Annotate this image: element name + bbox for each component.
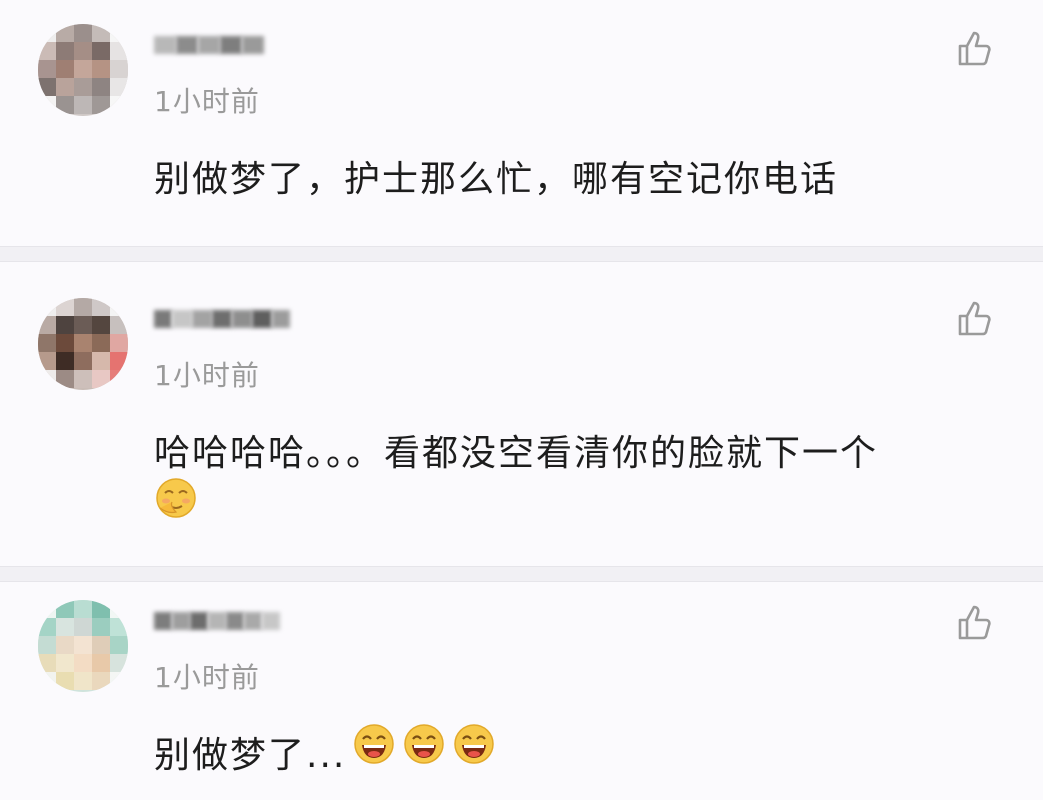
comment-divider	[0, 566, 1043, 582]
shy-face-emoji	[156, 478, 196, 518]
laughing-face-emoji	[404, 724, 444, 764]
username-blurred[interactable]	[154, 606, 280, 636]
username-blurred[interactable]	[154, 304, 290, 334]
comment-item: 1小时前 别做梦了...	[0, 582, 1043, 800]
avatar[interactable]	[38, 24, 128, 116]
laughing-face-emoji	[454, 724, 494, 764]
comment-item: 1小时前 哈哈哈哈。。。看都没空看清你的脸就下一个	[0, 262, 1043, 566]
username-blurred[interactable]	[154, 30, 264, 60]
thumbs-up-icon[interactable]	[954, 28, 994, 68]
comment-item: 1小时前 别做梦了，护士那么忙，哪有空记你电话	[0, 0, 1043, 246]
emoji-row	[154, 476, 198, 520]
thumbs-up-icon[interactable]	[954, 602, 994, 642]
avatar[interactable]	[38, 298, 128, 390]
comment-timestamp: 1小时前	[154, 661, 260, 694]
comment-text: 哈哈哈哈。。。看都没空看清你的脸就下一个	[154, 433, 879, 474]
comment-text: 别做梦了...	[154, 735, 347, 776]
avatar[interactable]	[38, 600, 128, 692]
comment-divider	[0, 246, 1043, 262]
comment-timestamp: 1小时前	[154, 85, 260, 118]
laughing-face-emoji	[354, 724, 394, 764]
thumbs-up-icon[interactable]	[954, 298, 994, 338]
emoji-row	[352, 722, 496, 766]
comment-text: 别做梦了，护士那么忙，哪有空记你电话	[154, 159, 839, 200]
comment-timestamp: 1小时前	[154, 359, 260, 392]
